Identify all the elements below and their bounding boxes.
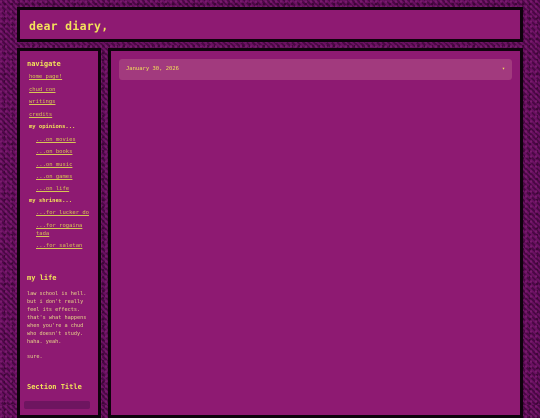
shrine-link-1[interactable]: ...for lucker do <box>36 210 104 217</box>
nav-link-chud-con[interactable]: chud con <box>29 87 97 94</box>
opinion-link-music[interactable]: ...on music <box>36 162 104 169</box>
opinion-link-movies[interactable]: ...on movies <box>36 137 104 144</box>
opinions-heading: my opinions... <box>29 124 76 130</box>
nav-link-writings[interactable]: writings <box>29 99 97 106</box>
shrine-link-2-cont[interactable]: tada <box>36 231 104 238</box>
life-text-7: haha. yeah. <box>27 339 62 345</box>
header-panel: dear diary, <box>17 7 523 42</box>
shrine-link-3[interactable]: ...for saletan <box>36 243 104 250</box>
life-text-1: law school is hell. <box>27 291 87 297</box>
section-box <box>24 401 90 409</box>
life-text-2: but i don't really <box>27 299 84 305</box>
opinion-link-life[interactable]: ...on life <box>36 186 104 193</box>
sidebar-panel: navigate home page! chud con writings cr… <box>17 48 101 418</box>
entry-date: January 30, 2026 <box>126 66 179 72</box>
life-text-6: who doesn't study. <box>27 331 84 337</box>
life-heading: my life <box>27 274 57 282</box>
life-sign: sure. <box>27 354 43 360</box>
opinion-link-games[interactable]: ...on games <box>36 174 104 181</box>
navigate-heading: navigate <box>27 60 61 68</box>
site-title: dear diary, <box>29 19 109 33</box>
life-text-5: when you're a chud <box>27 323 84 329</box>
date-bar[interactable]: January 30, 2026 ▾ <box>119 59 512 80</box>
nav-link-home[interactable]: home page! <box>29 74 97 81</box>
section-title: Section Title <box>27 383 82 391</box>
shrines-heading: my shrines... <box>29 198 73 204</box>
opinion-link-books[interactable]: ...on books <box>36 149 104 156</box>
shrine-link-2[interactable]: ...for rogaina <box>36 223 104 230</box>
chevron-down-icon[interactable]: ▾ <box>502 66 505 72</box>
life-text-4: that's what happens <box>27 315 87 321</box>
life-text-3: feel its effects. <box>27 307 81 313</box>
nav-link-credits[interactable]: credits <box>29 112 97 119</box>
main-panel: January 30, 2026 ▾ <box>108 48 523 418</box>
